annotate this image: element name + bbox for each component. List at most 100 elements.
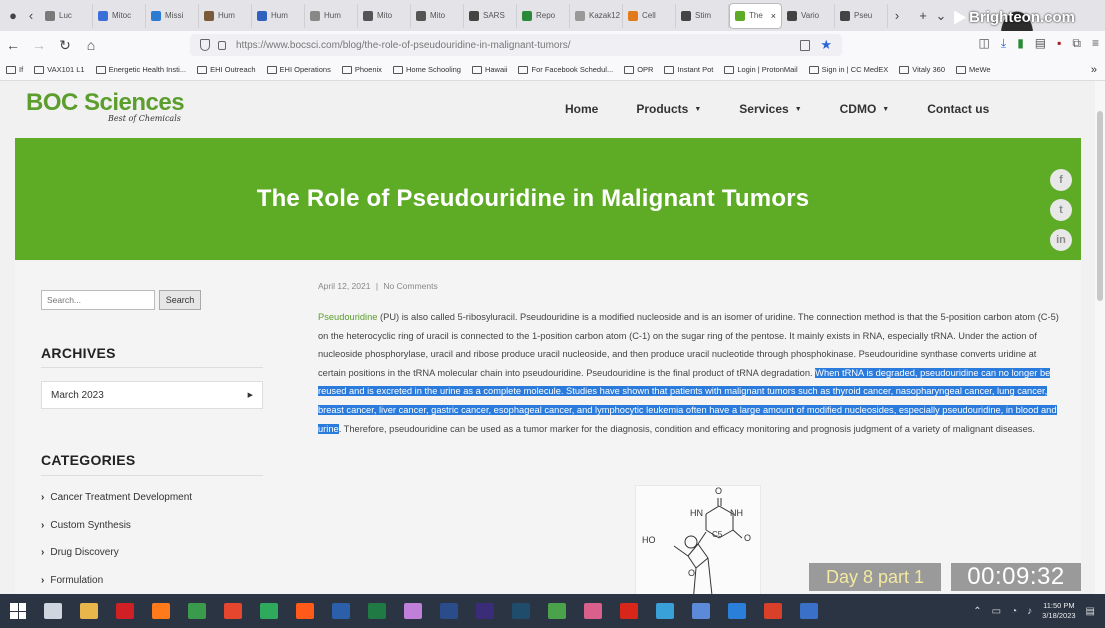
notifications-icon[interactable]: ▤ [1086, 606, 1095, 617]
tab-menu-icon[interactable]: ● [4, 5, 22, 27]
bookmark-item[interactable]: Login | ProtonMail [724, 65, 798, 74]
forward-icon[interactable]: → [26, 37, 52, 53]
extension-green-icon[interactable]: ▮ [1017, 36, 1024, 51]
address-bar[interactable]: https://www.bocsci.com/blog/the-role-of-… [190, 34, 842, 56]
back-icon[interactable]: ← [0, 37, 26, 53]
pseudouridine-link[interactable]: Pseudouridine [318, 312, 377, 322]
task-view-icon[interactable] [44, 603, 62, 619]
more-bookmarks-icon[interactable]: » [1091, 64, 1097, 76]
lock-icon[interactable] [218, 40, 226, 50]
browser-tab[interactable]: Luc [40, 3, 93, 28]
bookmark-item[interactable]: Instant Pot [664, 65, 713, 74]
new-tab-icon[interactable]: + [914, 5, 932, 27]
close-tab-icon[interactable]: × [771, 11, 776, 21]
bookmark-item[interactable]: Energetic Health Insti... [95, 65, 186, 74]
extension-red-icon[interactable]: ▪ [1057, 36, 1061, 51]
comments-link[interactable]: No Comments [383, 281, 437, 291]
audition-icon[interactable] [512, 603, 530, 619]
chrome-alt-icon[interactable] [224, 603, 242, 619]
excel-icon[interactable] [368, 603, 386, 619]
bookmark-star-icon[interactable]: ★ [820, 37, 832, 53]
category-item[interactable]: › Custom Synthesis [41, 520, 131, 531]
chart-app-icon[interactable] [692, 603, 710, 619]
archive-dropdown[interactable]: March 2023 ▶ [41, 381, 263, 409]
photos-icon[interactable] [584, 603, 602, 619]
browser-tab[interactable]: Mito [411, 3, 464, 28]
browser-tab[interactable]: Mito [358, 3, 411, 28]
search-input[interactable] [41, 290, 155, 310]
browser-tab[interactable]: Repo [517, 3, 570, 28]
browser-tab[interactable]: Kazak12 [570, 3, 623, 28]
browser-tab[interactable]: Cell [623, 3, 676, 28]
list-all-tabs-icon[interactable]: ⌄ [932, 5, 950, 27]
bookmark-item[interactable]: For Facebook Schedul... [518, 65, 613, 74]
acrobat-icon[interactable] [620, 603, 638, 619]
bookmark-item[interactable]: VAX101 L1 [34, 65, 85, 74]
browser-tab[interactable]: Pseu [835, 3, 888, 28]
browser-tab[interactable]: Vario [782, 3, 835, 28]
green-app-icon[interactable] [260, 603, 278, 619]
scrollbar-thumb[interactable] [1097, 111, 1103, 301]
r-app-icon[interactable] [800, 603, 818, 619]
reader-view-icon[interactable] [800, 39, 810, 51]
network-icon[interactable]: ◔ [1011, 606, 1017, 617]
browser-tab[interactable]: The × [729, 2, 782, 29]
red-app-icon[interactable] [764, 603, 782, 619]
bookmark-item[interactable]: EHI Operations [266, 65, 331, 74]
netflix-icon[interactable] [116, 603, 134, 619]
taskbar-clock[interactable]: 11:50 PM 3/18/2023 [1042, 601, 1075, 621]
browser-tab[interactable]: Stim [676, 3, 729, 28]
word-icon[interactable] [332, 603, 350, 619]
category-item[interactable]: › Formulation [41, 575, 103, 586]
bookmark-item[interactable]: OPR [624, 65, 653, 74]
nav-item-home[interactable]: Home [565, 102, 598, 116]
gem-app-icon[interactable] [404, 603, 422, 619]
menu-icon[interactable]: ≡ [1092, 36, 1099, 51]
scroll-tabs-left-icon[interactable]: ‹ [22, 5, 40, 27]
pocket-icon[interactable]: ◫ [979, 36, 990, 51]
bookmark-item[interactable]: Home Schooling [392, 65, 461, 74]
twitter-icon[interactable]: t [1050, 199, 1072, 221]
browser-tab[interactable]: Missi [146, 3, 199, 28]
firefox-icon[interactable] [152, 603, 170, 619]
download-icon[interactable]: ⤓ [1001, 36, 1006, 51]
blue-app-icon[interactable] [656, 603, 674, 619]
category-item[interactable]: › Cancer Treatment Development [41, 492, 192, 503]
category-item[interactable]: › Drug Discovery [41, 547, 119, 558]
scroll-tabs-right-icon[interactable]: › [888, 5, 906, 27]
site-logo[interactable]: BOC Sciences Best of Chemicals [26, 89, 185, 123]
premiere-icon[interactable] [476, 603, 494, 619]
bookmark-item[interactable]: Vitaly 360 [899, 65, 945, 74]
tray-chevron-icon[interactable]: ⌃ [973, 606, 981, 617]
firefox-alt-icon[interactable] [296, 603, 314, 619]
nav-item-cdmo[interactable]: CDMO ▼ [840, 102, 890, 116]
file-explorer-icon[interactable] [80, 603, 98, 619]
search-button[interactable]: Search [159, 290, 201, 310]
cloud-app-icon[interactable] [728, 603, 746, 619]
extensions-icon[interactable]: ⧉ [1072, 36, 1081, 51]
linkedin-icon[interactable]: in [1050, 229, 1072, 251]
bookmark-item[interactable]: Hawaii [471, 65, 507, 74]
nav-item-contact-us[interactable]: Contact us [927, 102, 989, 116]
windows-start-icon[interactable] [10, 603, 26, 619]
bookmark-item[interactable]: MeWe [956, 65, 991, 74]
photoshop-icon[interactable] [440, 603, 458, 619]
nav-item-products[interactable]: Products ▼ [636, 102, 701, 116]
extension-grey-icon[interactable]: ▤ [1035, 36, 1046, 51]
browser-tab[interactable]: Hum [252, 3, 305, 28]
facebook-icon[interactable]: f [1050, 169, 1072, 191]
bookmark-item[interactable]: Sign in | CC MedEX [808, 65, 888, 74]
chrome-icon[interactable] [188, 603, 206, 619]
browser-tab[interactable]: Mitoc [93, 3, 146, 28]
home-icon[interactable]: ⌂ [78, 37, 104, 53]
nav-item-services[interactable]: Services ▼ [739, 102, 801, 116]
bookmark-item[interactable]: Phoenix [341, 65, 382, 74]
url-text[interactable]: https://www.bocsci.com/blog/the-role-of-… [236, 40, 571, 51]
browser-tab[interactable]: Hum [199, 3, 252, 28]
camtasia-icon[interactable] [548, 603, 566, 619]
bookmark-item[interactable]: EHI Outreach [197, 65, 256, 74]
page-scrollbar[interactable] [1095, 81, 1105, 594]
battery-icon[interactable]: ▭ [992, 606, 1001, 617]
tracking-shield-icon[interactable] [200, 39, 210, 51]
reload-icon[interactable]: ↻ [52, 37, 78, 54]
